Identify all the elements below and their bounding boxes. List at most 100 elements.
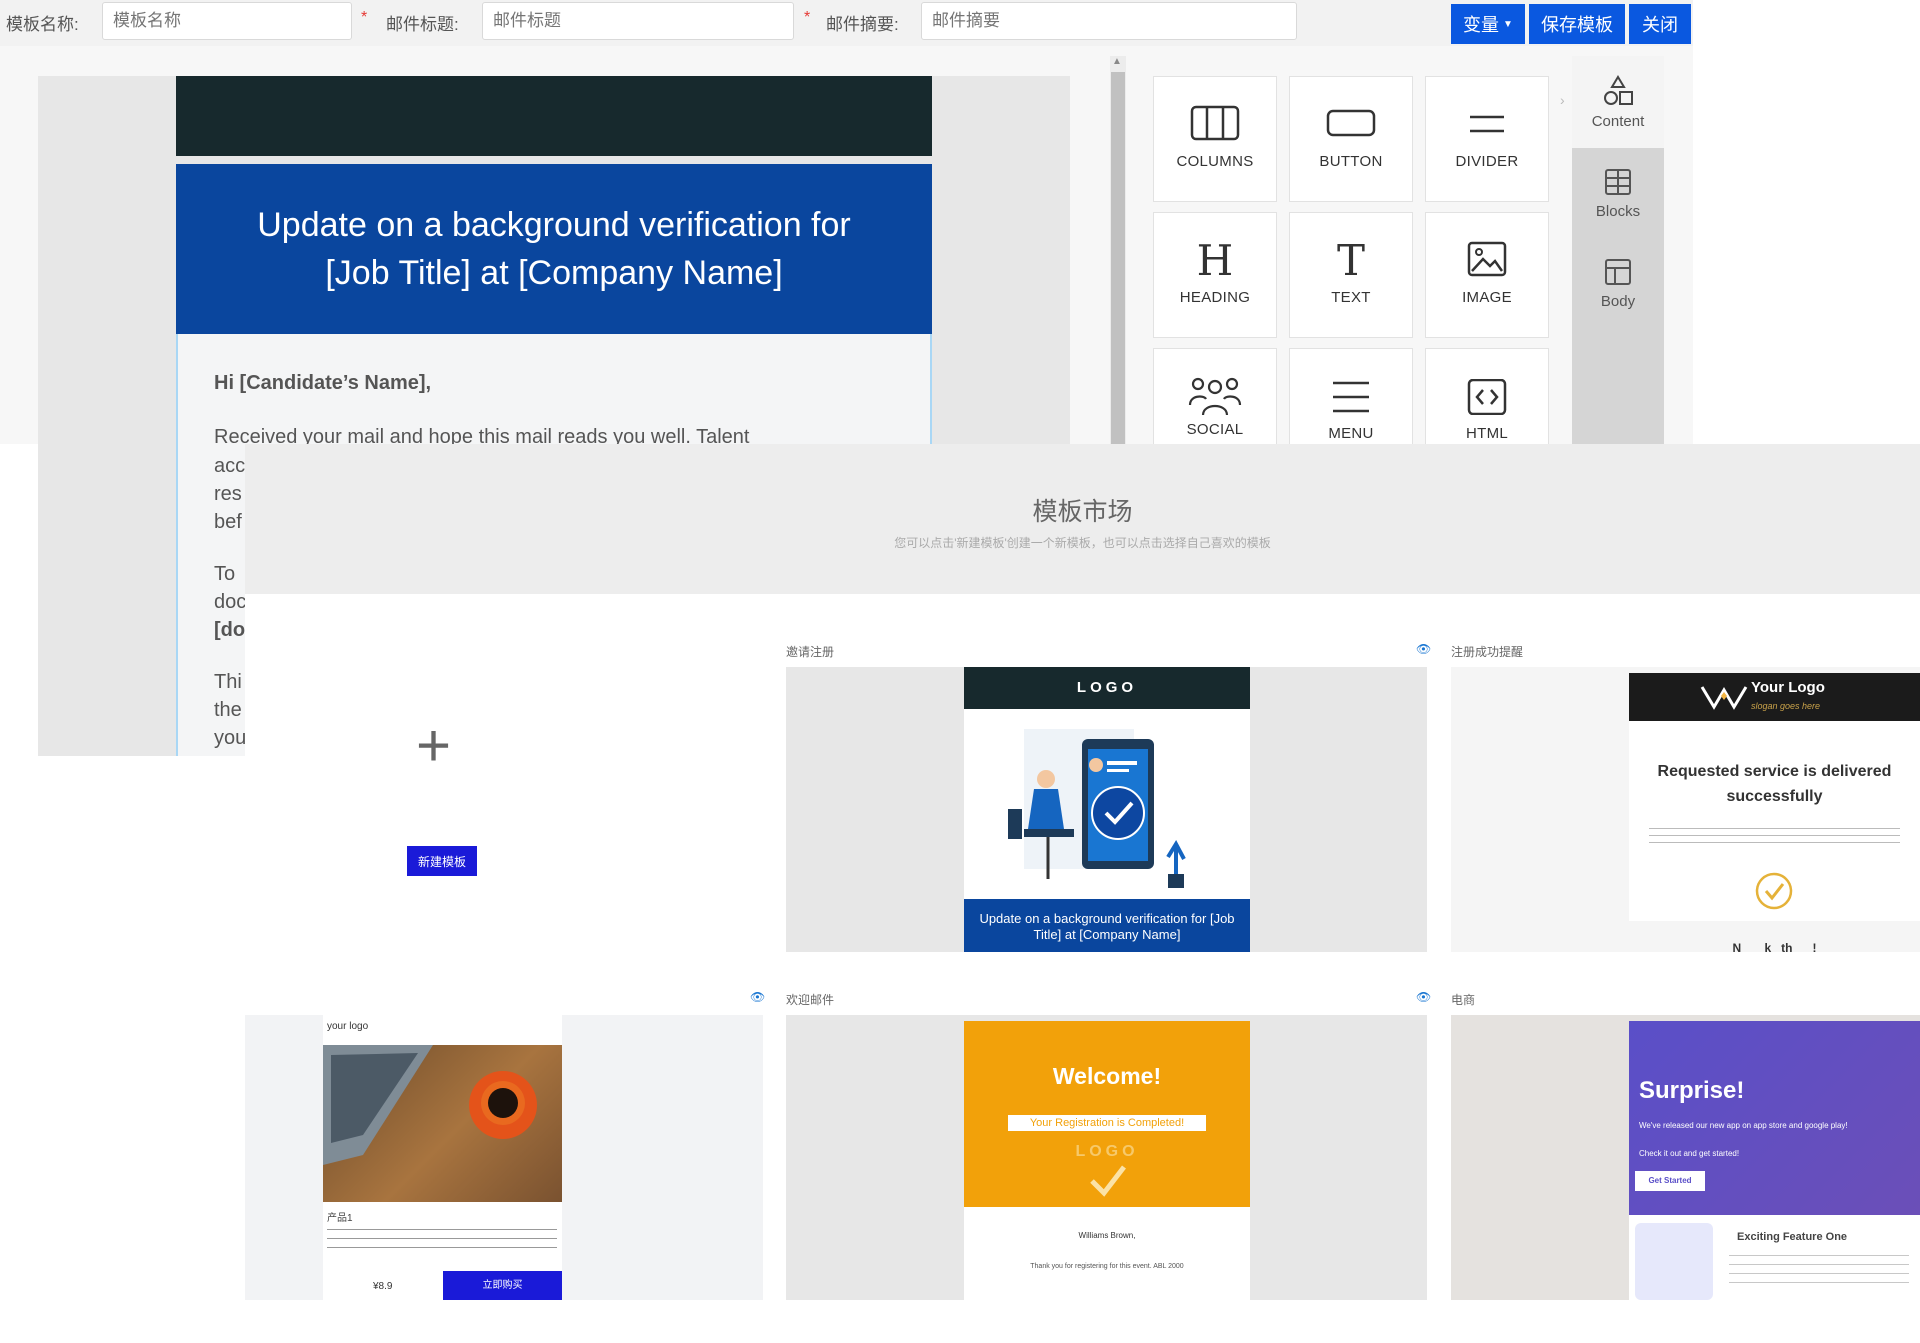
email-title[interactable]: Update on a background verification for … — [224, 201, 884, 297]
card-label: 电商 — [1451, 993, 1476, 1007]
collapse-chevron-icon[interactable]: › — [1560, 92, 1565, 108]
card-logo: Your Logo — [1751, 679, 1825, 696]
card-logo: LOGO — [964, 667, 1250, 709]
columns-icon — [1190, 105, 1240, 141]
welcome-name: Williams Brown, — [1078, 1231, 1136, 1240]
heading-icon: H — [1197, 241, 1234, 277]
welcome-banner: Welcome! Your Registration is Completed!… — [964, 1021, 1250, 1207]
email-header-row[interactable] — [176, 76, 932, 156]
card-footer-text: N k th ! — [1732, 941, 1817, 952]
surprise-banner: Surprise! We've released our new app on … — [1629, 1021, 1920, 1215]
get-started-button[interactable]: Get Started — [1635, 1171, 1705, 1191]
tool-image[interactable]: IMAGE — [1425, 212, 1549, 338]
scrollbar-thumb[interactable] — [1111, 72, 1125, 444]
card-tagline: slogan goes here — [1751, 701, 1821, 711]
product-name: 产品1 — [327, 1213, 353, 1224]
feature-title: Exciting Feature One — [1737, 1231, 1848, 1243]
card-body: Requested service is delivered successfu… — [1629, 721, 1920, 921]
text-icon: T — [1337, 241, 1365, 277]
template-card-ecommerce[interactable]: Surprise! We've released our new app on … — [1451, 1015, 1920, 1300]
template-name-label: 模板名称: — [6, 15, 79, 34]
tab-blocks[interactable]: Blocks — [1572, 148, 1664, 238]
card-label: 注册成功提醒 — [1451, 645, 1524, 659]
tool-social[interactable]: SOCIAL — [1153, 348, 1277, 444]
save-template-button[interactable]: 保存模板 — [1529, 4, 1625, 44]
cut-line: acc — [214, 455, 246, 477]
template-card-welcome[interactable]: Welcome! Your Registration is Completed!… — [786, 1015, 1427, 1300]
checkmark-icon — [1090, 1165, 1126, 1197]
template-name-input[interactable] — [102, 2, 352, 40]
preview-eye-icon[interactable]: 👁 — [1416, 990, 1431, 1004]
button-icon — [1326, 109, 1376, 137]
tab-body[interactable]: Body — [1572, 238, 1664, 328]
close-button[interactable]: 关闭 — [1629, 4, 1691, 44]
tab-label: Blocks — [1595, 202, 1641, 220]
tool-html[interactable]: HTML — [1425, 348, 1549, 444]
tool-divider[interactable]: DIVIDER — [1425, 76, 1549, 202]
tool-label: HEADING — [1179, 289, 1251, 306]
tool-label: TEXT — [1331, 289, 1371, 306]
svg-text:T: T — [1337, 241, 1365, 277]
body-layout-icon — [1605, 258, 1631, 285]
card-logo-bar: Your Logo slogan goes here — [1629, 673, 1920, 721]
template-card-success[interactable]: Your Logo slogan goes here Requested ser… — [1451, 667, 1920, 952]
cut-line: the — [214, 699, 242, 721]
cut-line: res — [214, 483, 242, 505]
template-card-product[interactable]: your logo 产品1 ¥8.9 立即购买 — [245, 1015, 763, 1300]
tab-content[interactable]: Content — [1572, 56, 1664, 148]
card-product-body: your logo 产品1 ¥8.9 立即购买 — [323, 1015, 562, 1300]
tool-columns[interactable]: COLUMNS — [1153, 76, 1277, 202]
new-template-button[interactable]: 新建模板 — [407, 846, 477, 876]
card-label: 邀请注册 — [786, 645, 835, 659]
tool-heading[interactable]: H HEADING — [1153, 212, 1277, 338]
template-card-invite[interactable]: LOGO Update on a background verification… — [786, 667, 1427, 952]
social-icon — [1188, 377, 1242, 416]
email-greeting[interactable]: Hi [Candidate’s Name], — [214, 372, 431, 395]
card-heading: Requested service is delivered successfu… — [1657, 763, 1892, 805]
scroll-up-arrow-icon[interactable]: ▲ — [1112, 56, 1122, 67]
divider-icon — [1470, 115, 1504, 133]
tab-label: Body — [1600, 292, 1636, 310]
email-subject-input[interactable] — [482, 2, 794, 40]
html-icon — [1467, 379, 1507, 415]
phone-mockup — [1635, 1223, 1713, 1300]
tool-button[interactable]: BUTTON — [1289, 76, 1413, 202]
tool-label: COLUMNS — [1176, 153, 1254, 170]
variables-dropdown-button[interactable]: 变量 ▼ — [1451, 4, 1525, 44]
cut-line: doc — [214, 591, 247, 613]
cut-line: bef — [214, 511, 242, 533]
caret-down-icon: ▼ — [1503, 18, 1513, 30]
cut-line: you — [214, 727, 247, 749]
email-subject-label: 邮件标题: — [386, 15, 459, 34]
buy-now-button[interactable]: 立即购买 — [443, 1271, 562, 1300]
shapes-icon — [1604, 74, 1633, 105]
preview-eye-icon[interactable]: 👁 — [750, 990, 765, 1004]
svg-text:H: H — [1197, 241, 1234, 277]
email-banner-row[interactable]: Update on a background verification for … — [176, 164, 932, 334]
required-mark: * — [361, 9, 368, 26]
email-summary-input[interactable] — [921, 2, 1297, 40]
market-header: 模板市场 您可以点击'新建模板'创建一个新模板，也可以点击选择自己喜欢的模板 — [245, 444, 1920, 594]
editor-toolbar: 模板名称: * 邮件标题: * 邮件摘要: 变量 ▼ 保存模板 关闭 — [0, 0, 1693, 46]
lorem-lines — [1649, 825, 1900, 847]
product-price: ¥8.9 — [373, 1281, 393, 1292]
tool-label: DIVIDER — [1455, 153, 1519, 170]
card-banner-text: Update on a background verification for … — [964, 899, 1250, 952]
image-icon — [1467, 241, 1507, 277]
preview-eye-icon[interactable]: 👁 — [1416, 642, 1431, 656]
email-summary-label: 邮件摘要: — [826, 15, 899, 34]
tool-menu[interactable]: MENU — [1289, 348, 1413, 444]
tool-text[interactable]: T TEXT — [1289, 212, 1413, 338]
plus-icon[interactable]: + — [416, 716, 451, 776]
welcome-ribbon: Your Registration is Completed! — [1008, 1115, 1206, 1131]
check-circle-icon — [1755, 872, 1793, 910]
variables-label: 变量 — [1463, 15, 1500, 35]
email-cut-lines: acc res bef To doc [do Thi the you — [214, 452, 246, 752]
card-illustration — [964, 709, 1250, 899]
market-subtitle: 您可以点击'新建模板'创建一个新模板，也可以点击选择自己喜欢的模板 — [894, 536, 1271, 550]
welcome-body: Williams Brown, Thank you for registerin… — [964, 1207, 1250, 1300]
side-tabs: Content Blocks Body — [1572, 56, 1664, 444]
market-title: 模板市场 — [1032, 498, 1133, 526]
tool-label: MENU — [1328, 425, 1374, 442]
feature-row: Exciting Feature One — [1629, 1215, 1920, 1300]
